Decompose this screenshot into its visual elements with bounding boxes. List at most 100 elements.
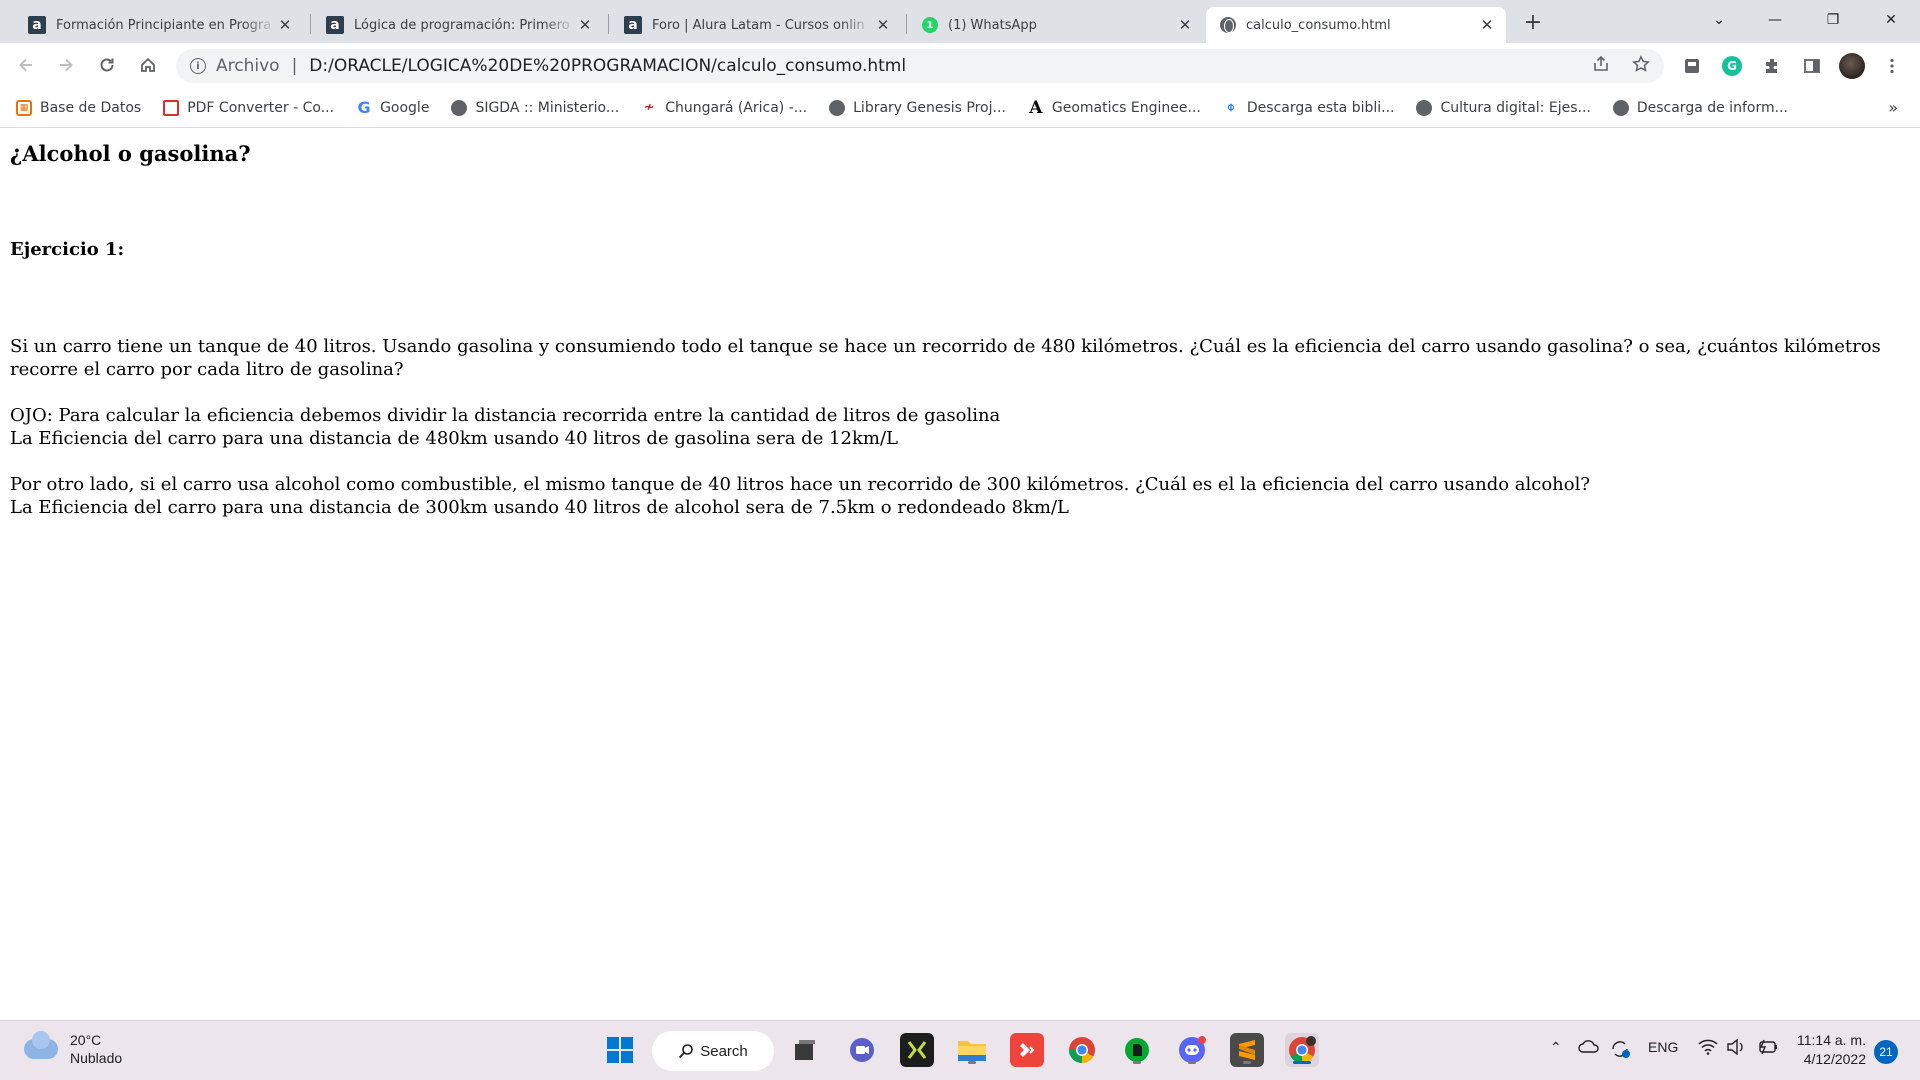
forward-arrow-icon[interactable]	[50, 49, 82, 81]
clip-icon: ⌽	[1226, 100, 1235, 115]
tab-foro[interactable]: a Foro | Alura Latam - Cursos onlin ✕	[610, 7, 902, 43]
bookmark-label: Geomatics Enginee...	[1051, 99, 1201, 116]
reload-icon[interactable]	[91, 49, 123, 81]
profile-avatar[interactable]	[1839, 53, 1865, 79]
close-window-button[interactable]: ✕	[1868, 0, 1914, 40]
exercise-heading: Ejercicio 1:	[10, 239, 125, 260]
volume-icon[interactable]	[1726, 1038, 1746, 1058]
evernote-icon[interactable]	[1120, 1033, 1154, 1067]
close-tab-icon[interactable]: ✕	[1478, 16, 1496, 34]
running-indicator	[968, 1061, 976, 1064]
alura-icon: a	[624, 16, 642, 34]
database-icon: ▦	[16, 99, 32, 116]
problem-paragraph: Si un carro tiene un tanque de 40 litros…	[10, 336, 1881, 380]
extensions-icon[interactable]	[1759, 53, 1785, 79]
google-icon: G	[357, 98, 371, 117]
extension-puzzle-icon[interactable]	[1679, 53, 1705, 79]
restore-button[interactable]: ❐	[1810, 0, 1856, 40]
alcohol-result: La Eficiencia del carro para una distanc…	[10, 497, 1070, 518]
omnibox-separator: |	[291, 56, 298, 76]
bookmark-cultura-digital[interactable]: Cultura digital: Ejes...	[1416, 99, 1591, 116]
alcohol-question: Por otro lado, si el carro usa alcohol c…	[10, 474, 1591, 495]
bookmark-label: SIGDA :: Ministerio...	[475, 99, 620, 116]
menu-icon[interactable]	[1879, 53, 1905, 79]
note-line: OJO: Para calcular la eficiencia debemos…	[10, 405, 1001, 426]
close-tab-icon[interactable]: ✕	[576, 16, 594, 34]
security-label: Archivo	[216, 56, 280, 76]
alura-icon: a	[326, 16, 344, 34]
chrome-icon[interactable]	[1065, 1033, 1099, 1067]
minimize-button[interactable]: —	[1752, 0, 1798, 40]
tab-formacion[interactable]: a Formación Principiante en Progra ✕	[14, 7, 304, 43]
file-explorer-icon[interactable]	[955, 1033, 989, 1067]
bookmark-base-de-datos[interactable]: ▦ Base de Datos	[16, 99, 141, 116]
running-indicator	[1243, 1061, 1251, 1064]
bookmarks-overflow-icon[interactable]: »	[1888, 98, 1898, 117]
url-text[interactable]: D:/ORACLE/LOGICA%20DE%20PROGRAMACION/cal…	[309, 56, 906, 76]
tab-search-dropdown-icon[interactable]: ⌄	[1696, 0, 1742, 40]
language-indicator[interactable]: ENG	[1648, 1039, 1678, 1055]
sublime-text-icon[interactable]	[1230, 1033, 1264, 1067]
tab-strip: a Formación Principiante en Progra ✕ a L…	[0, 0, 1920, 43]
discord-icon[interactable]	[1175, 1033, 1209, 1067]
tab-title: Lógica de programación: Primero	[354, 17, 570, 33]
page-content: ¿Alcohol o gasolina? Ejercicio 1: Si un …	[0, 129, 1920, 1019]
grammarly-icon[interactable]: G	[1719, 53, 1745, 79]
tab-separator	[608, 14, 609, 34]
bookmark-label: Cultura digital: Ejes...	[1440, 99, 1591, 116]
anydesk-icon[interactable]	[1010, 1033, 1044, 1067]
tab-title: calculo_consumo.html	[1246, 17, 1391, 33]
bookmark-label: PDF Converter - Co...	[187, 99, 335, 116]
bookmark-label: Descarga esta bibli...	[1246, 99, 1395, 116]
globe-icon	[1416, 99, 1433, 116]
bookmark-label: Library Genesis Proj...	[853, 99, 1006, 116]
tab-whatsapp[interactable]: 1 (1) WhatsApp ✕	[908, 7, 1204, 43]
weather-condition: Nublado	[70, 1050, 123, 1066]
globe-icon	[451, 99, 468, 116]
task-view-icon[interactable]	[788, 1033, 822, 1067]
onedrive-cloud-icon[interactable]	[1578, 1039, 1600, 1056]
tab-logica[interactable]: a Lógica de programación: Primero ✕	[312, 7, 604, 43]
avatar	[1839, 53, 1865, 79]
new-tab-button[interactable]: +	[1519, 8, 1547, 36]
weather-temperature: 20°C	[70, 1032, 102, 1048]
bookmark-descarga-biblioteca[interactable]: ⌽ Descarga esta bibli...	[1223, 100, 1395, 116]
chrome-profile-icon[interactable]	[1285, 1033, 1319, 1067]
battery-icon[interactable]	[1756, 1039, 1778, 1058]
bookmark-geomatics[interactable]: A Geomatics Enginee...	[1028, 98, 1201, 118]
bookmark-sigda[interactable]: SIGDA :: Ministerio...	[451, 99, 620, 116]
weather-widget[interactable]: 20°C Nublado	[24, 1031, 122, 1067]
tab-calculo-consumo[interactable]: calculo_consumo.html ✕	[1206, 7, 1506, 43]
sync-icon[interactable]	[1609, 1039, 1631, 1062]
address-bar[interactable]: i Archivo | D:/ORACLE/LOGICA%20DE%20PROG…	[176, 49, 1664, 83]
result-line: La Eficiencia del carro para una distanc…	[10, 428, 898, 449]
close-tab-icon[interactable]: ✕	[1176, 16, 1194, 34]
wifi-icon[interactable]	[1698, 1039, 1718, 1058]
notification-badge[interactable]: 21	[1874, 1040, 1898, 1064]
bookmark-label: Google	[380, 99, 430, 116]
back-arrow-icon[interactable]	[10, 49, 42, 81]
bookmark-google[interactable]: G Google	[356, 98, 430, 117]
bookmark-pdf-converter[interactable]: PDF Converter - Co...	[163, 99, 335, 116]
system-clock[interactable]: 11:14 a. m. 4/12/2022	[1797, 1031, 1866, 1069]
search-label: Search	[700, 1042, 748, 1060]
home-icon[interactable]	[132, 49, 164, 81]
bookmark-chungara[interactable]: ≁ Chungará (Arica) -...	[641, 100, 807, 116]
info-icon[interactable]: i	[190, 58, 206, 74]
taskbar-search-button[interactable]: Search	[652, 1031, 774, 1071]
share-icon[interactable]	[1592, 55, 1610, 78]
bookmark-descarga-informacion[interactable]: Descarga de inform...	[1612, 99, 1788, 116]
bookmark-star-icon[interactable]	[1632, 54, 1650, 78]
bookmark-label: Chungará (Arica) -...	[665, 99, 808, 116]
globe-icon	[829, 99, 846, 116]
windows-start-icon[interactable]	[603, 1033, 637, 1067]
close-tab-icon[interactable]: ✕	[874, 16, 892, 34]
xampp-icon[interactable]	[900, 1033, 934, 1067]
side-panel-icon[interactable]	[1799, 53, 1825, 79]
globe-icon	[1220, 17, 1236, 33]
bookmark-library-genesis[interactable]: Library Genesis Proj...	[829, 99, 1006, 116]
show-hidden-icons-chevron[interactable]: ⌃	[1550, 1039, 1562, 1056]
teams-chat-icon[interactable]	[845, 1033, 879, 1067]
close-tab-icon[interactable]: ✕	[276, 16, 294, 34]
windows-taskbar: 20°C Nublado Search ⌃ ENG 11:14 a. m. 4/…	[0, 1020, 1920, 1080]
